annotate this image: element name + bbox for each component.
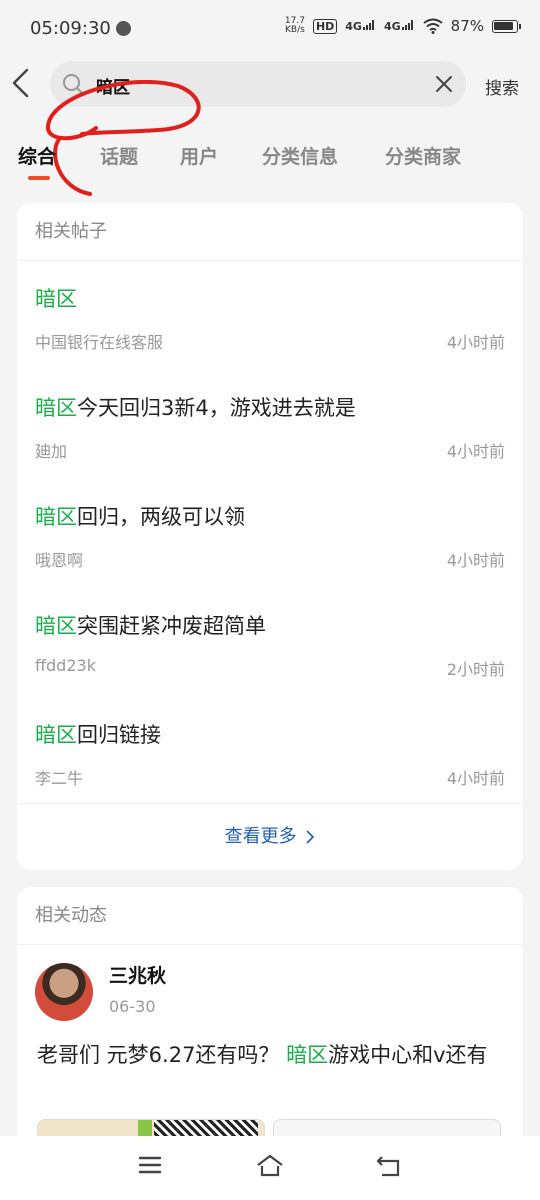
post-author: 中国银行在线客服 (35, 333, 164, 352)
status-time: 05:09:30 (30, 18, 111, 39)
post-author: 哦恩啊 (35, 551, 84, 570)
hd-voice-icon: HD (312, 18, 338, 34)
post-author: 廸加 (35, 442, 68, 461)
post-time: 4小时前 (446, 769, 505, 788)
keyword-highlight: 暗区 (286, 1043, 329, 1067)
list-item[interactable]: 暗区 中国银行在线客服 4小时前 (35, 283, 505, 352)
tab-classified-info[interactable]: 分类信息 (262, 142, 338, 169)
post-author: ffdd23k (35, 656, 96, 675)
chevron-right-icon (306, 830, 315, 844)
signal-4g-icon-2: 4G (384, 19, 415, 33)
related-posts-title: 相关帖子 (17, 203, 523, 261)
search-icon (63, 74, 83, 94)
tab-classified-merchants[interactable]: 分类商家 (385, 142, 461, 169)
search-query[interactable]: 暗区 (96, 73, 130, 98)
keyword-highlight: 暗区 (35, 287, 77, 311)
return-icon[interactable] (376, 1154, 402, 1178)
tab-comprehensive[interactable]: 综合 (18, 142, 56, 169)
list-item[interactable]: 暗区今天回归3新4，游戏进去就是 廸加 4小时前 (35, 392, 505, 461)
post-time: 4小时前 (446, 442, 505, 461)
keyword-highlight: 暗区 (35, 505, 77, 529)
avatar[interactable] (35, 963, 93, 1021)
keyword-highlight: 暗区 (35, 723, 77, 747)
post-title: 突围赶紧冲废超简单 (77, 614, 266, 638)
network-speed: 17.7 KB/s (284, 16, 305, 35)
menu-icon[interactable] (138, 1154, 162, 1176)
view-more-button[interactable]: 查看更多 (17, 803, 523, 869)
home-icon[interactable] (256, 1154, 284, 1178)
list-item[interactable]: 暗区回归链接 李二牛 4小时前 (35, 719, 505, 788)
battery-icon (492, 19, 521, 33)
post-title: 今天回归3新4，游戏进去就是 (77, 396, 356, 420)
status-bar: 05:09:30 17.7 KB/s HD 4G 4G 87% (0, 0, 540, 58)
post-time: 2小时前 (446, 660, 505, 679)
user-name[interactable]: 三兆秋 (109, 961, 166, 988)
list-item[interactable]: 暗区突围赶紧冲废超简单 ffdd23k 2小时前 (35, 610, 505, 679)
close-icon[interactable] (434, 74, 454, 94)
search-input[interactable]: 暗区 (50, 61, 466, 107)
related-posts-card: 相关帖子 暗区 中国银行在线客服 4小时前 暗区今天回归3新4，游戏进去就是 廸加… (17, 203, 523, 870)
signal-4g-icon-1: 4G (345, 19, 376, 33)
chevron-left-icon[interactable] (10, 68, 32, 98)
post-time: 4小时前 (446, 333, 505, 352)
battery-percent: 87% (450, 17, 484, 35)
notification-dot-icon (116, 21, 131, 36)
tab-topics[interactable]: 话题 (100, 142, 138, 169)
system-nav-bar (0, 1136, 540, 1200)
tab-users[interactable]: 用户 (180, 142, 218, 169)
wifi-icon (423, 18, 443, 34)
search-button[interactable]: 搜索 (485, 74, 519, 99)
related-feed-card: 相关动态 三兆秋 06-30 老哥们 元梦6.27还有吗？ 暗区游戏中心和v还有 (17, 887, 523, 1147)
post-title: 回归，两级可以领 (77, 505, 245, 529)
view-more-label: 查看更多 (224, 826, 297, 847)
search-header: 暗区 搜索 (0, 58, 540, 196)
keyword-highlight: 暗区 (35, 614, 77, 638)
related-feed-title: 相关动态 (17, 887, 523, 945)
feed-date: 06-30 (109, 997, 156, 1016)
post-author: 李二牛 (35, 769, 84, 788)
post-time: 4小时前 (446, 551, 505, 570)
feed-text[interactable]: 老哥们 元梦6.27还有吗？ 暗区游戏中心和v还有 (37, 1039, 507, 1071)
status-indicators: 17.7 KB/s HD 4G 4G 87% (284, 16, 521, 35)
list-item[interactable]: 暗区回归，两级可以领 哦恩啊 4小时前 (35, 501, 505, 570)
keyword-highlight: 暗区 (35, 396, 77, 420)
post-title: 回归链接 (77, 723, 161, 747)
result-tabs: 综合 话题 用户 分类信息 分类商家 (0, 132, 540, 184)
active-tab-indicator (28, 176, 50, 180)
